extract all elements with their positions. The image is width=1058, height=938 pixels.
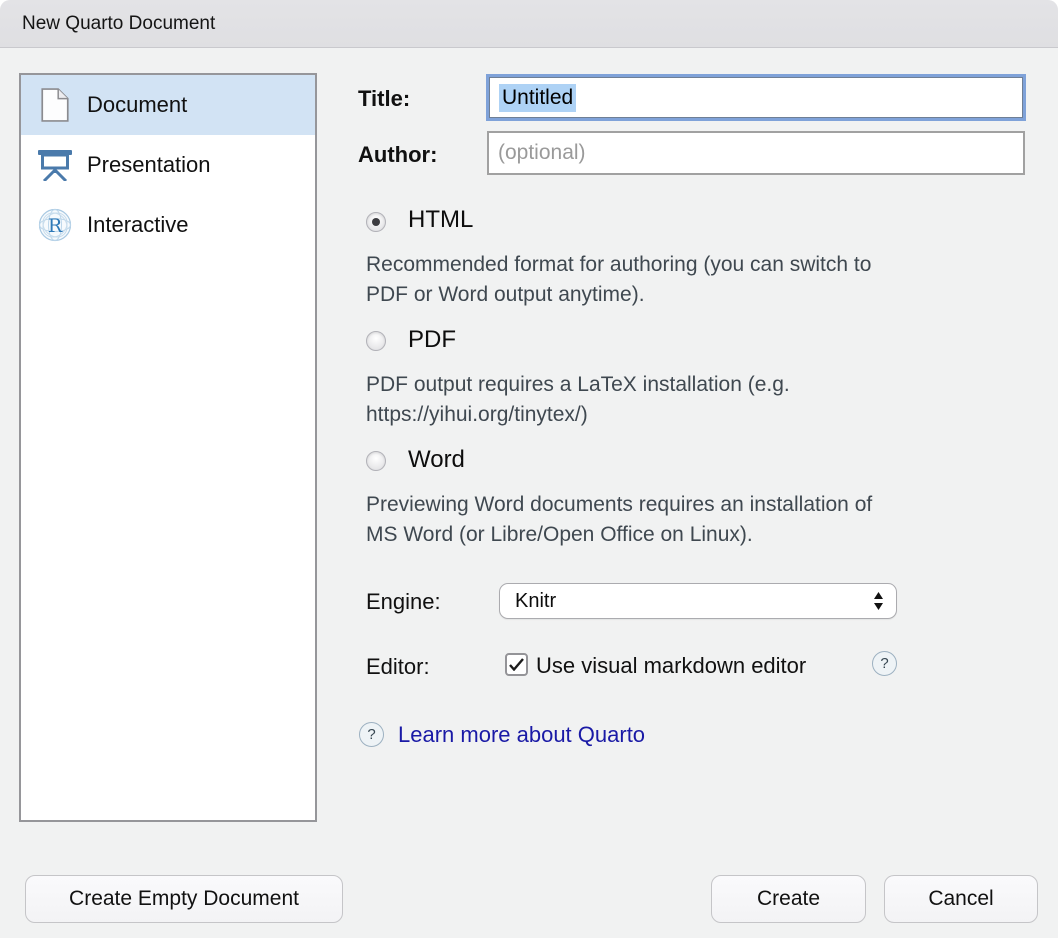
format-label-pdf: PDF [408, 326, 456, 354]
question-mark: ? [880, 655, 888, 672]
engine-label: Engine: [366, 589, 441, 615]
svg-text:R: R [48, 215, 63, 237]
title-label: Title: [358, 86, 410, 112]
editor-help-icon[interactable]: ? [872, 651, 897, 676]
cancel-button[interactable]: Cancel [884, 875, 1038, 923]
format-description-html: Recommended format for authoring (you ca… [366, 250, 871, 310]
visual-editor-checkbox[interactable] [505, 653, 528, 676]
sidebar-item-interactive[interactable]: R Interactive [21, 195, 315, 255]
create-empty-document-button[interactable]: Create Empty Document [25, 875, 343, 923]
format-label-html: HTML [408, 206, 473, 234]
engine-select[interactable]: Knitr [499, 583, 897, 619]
stepper-arrows-icon [873, 591, 884, 611]
title-input[interactable]: Untitled [489, 77, 1023, 118]
editor-label: Editor: [366, 654, 430, 680]
document-icon [37, 87, 73, 123]
question-mark: ? [367, 726, 375, 743]
author-input-placeholder: (optional) [498, 141, 586, 165]
new-quarto-document-dialog: New Quarto Document Document [0, 0, 1058, 938]
presentation-icon [37, 147, 73, 183]
format-label-word: Word [408, 446, 465, 474]
sidebar-item-label: Presentation [87, 152, 211, 178]
interactive-icon: R [37, 207, 73, 243]
engine-select-value: Knitr [515, 590, 873, 613]
format-description-pdf: PDF output requires a LaTeX installation… [366, 370, 790, 430]
title-input-value: Untitled [499, 84, 576, 112]
checkmark-icon [509, 658, 524, 671]
sidebar-item-label: Document [87, 92, 187, 118]
format-radio-word[interactable] [366, 451, 386, 471]
template-type-list: Document Presentation [19, 73, 317, 822]
sidebar-item-label: Interactive [87, 212, 189, 238]
format-radio-pdf[interactable] [366, 331, 386, 351]
format-radio-html[interactable] [366, 212, 386, 232]
learn-more-link[interactable]: Learn more about Quarto [398, 722, 645, 748]
sidebar-item-presentation[interactable]: Presentation [21, 135, 315, 195]
author-input[interactable]: (optional) [487, 131, 1025, 175]
visual-editor-checkbox-label: Use visual markdown editor [536, 653, 806, 679]
create-button[interactable]: Create [711, 875, 866, 923]
format-description-word: Previewing Word documents requires an in… [366, 490, 872, 550]
dialog-titlebar[interactable]: New Quarto Document [0, 0, 1058, 48]
author-label: Author: [358, 142, 437, 168]
dialog-title: New Quarto Document [22, 13, 215, 35]
learn-more-help-icon[interactable]: ? [359, 722, 384, 747]
sidebar-item-document[interactable]: Document [21, 75, 315, 135]
